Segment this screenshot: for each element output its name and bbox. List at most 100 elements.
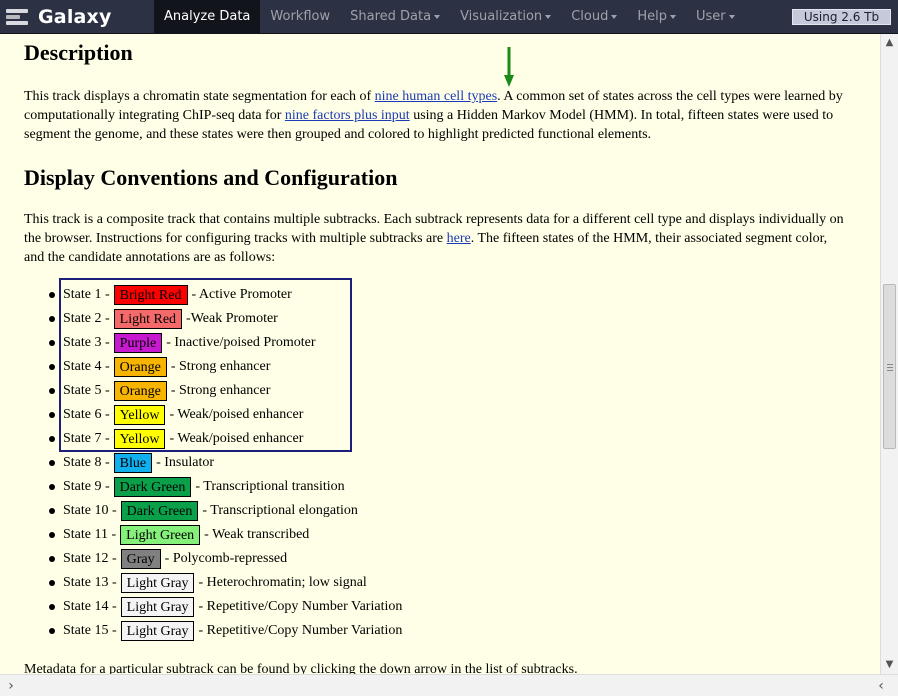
tab-label: Analyze Data (164, 9, 251, 24)
color-swatch: Yellow (113, 429, 166, 449)
main-content: Description This track displays a chroma… (0, 34, 880, 674)
chevron-up-icon[interactable]: ▲ (881, 34, 898, 51)
list-item: State 4 - Orange - Strong enhancer (24, 355, 402, 379)
description-text: This track displays a chromatin state se… (24, 87, 844, 144)
color-swatch: Dark Green (113, 477, 192, 497)
list-item: State 3 - Purple - Inactive/poised Promote… (24, 331, 402, 355)
brand-name: Galaxy (38, 5, 112, 28)
state-label: State 13 - (63, 575, 117, 590)
list-item: State 10 - Dark Green - Transcriptional el… (24, 499, 402, 523)
state-desc: - Repetitive/Copy Number Variation (198, 599, 403, 614)
list-item: State 7 - Yellow - Weak/poised enhancer (24, 427, 402, 451)
state-desc: - Repetitive/Copy Number Variation (198, 623, 403, 638)
state-label: State 6 - (63, 407, 110, 422)
state-label: State 12 - (63, 551, 117, 566)
state-desc: - Weak transcribed (204, 527, 310, 542)
color-swatch: Orange (113, 357, 167, 377)
scroll-thumb[interactable] (883, 284, 896, 449)
tab-shared-data[interactable]: Shared Data (340, 0, 450, 33)
state-label: State 14 - (63, 599, 117, 614)
down-arrow-icon (504, 47, 514, 87)
state-label: State 3 - (63, 335, 110, 350)
color-swatch: Light Gray (120, 621, 195, 641)
tab-analyze-data[interactable]: Analyze Data (154, 0, 261, 33)
nine-cell-types-link[interactable]: nine human cell types (375, 89, 497, 104)
horizontal-scrollbar[interactable]: › ‹ (0, 674, 898, 696)
list-item: State 15 - Light Gray - Repetitive/Copy Nu… (24, 619, 402, 643)
color-swatch: Blue (113, 453, 153, 473)
state-label: State 4 - (63, 359, 110, 374)
list-item: State 2 - Light Red -Weak Promoter (24, 307, 402, 331)
color-swatch: Light Green (120, 525, 201, 545)
state-label: State 2 - (63, 311, 110, 326)
state-desc: - Transcriptional elongation (202, 503, 358, 518)
state-desc: - Weak/poised enhancer (169, 407, 304, 422)
chevron-right-icon[interactable]: › (2, 677, 20, 695)
list-item: State 14 - Light Gray - Repetitive/Copy Nu… (24, 595, 402, 619)
state-desc: - Strong enhancer (170, 359, 271, 374)
state-desc: - Insulator (156, 455, 215, 470)
tab-visualization[interactable]: Visualization (450, 0, 561, 33)
tab-label: Workflow (270, 9, 331, 24)
list-item: State 9 - Dark Green - Transcriptional tra… (24, 475, 402, 499)
brand[interactable]: Galaxy (6, 4, 112, 29)
tab-user[interactable]: User (686, 0, 745, 33)
color-swatch: Light Red (113, 309, 183, 329)
state-desc: - Heterochromatin; low signal (198, 575, 367, 590)
description-heading: Description (24, 40, 133, 65)
state-label: State 5 - (63, 383, 110, 398)
state-label: State 8 - (63, 455, 110, 470)
tab-help[interactable]: Help (627, 0, 686, 33)
tab-label: User (695, 9, 726, 24)
tab-label: Cloud (571, 9, 609, 24)
main-nav: Analyze Data Workflow Shared Data Visual… (154, 0, 745, 33)
list-item: State 5 - Orange - Strong enhancer (24, 379, 402, 403)
tab-workflow[interactable]: Workflow (260, 0, 340, 33)
list-item: State 11 - Light Green - Weak transcribed (24, 523, 402, 547)
nine-factors-link[interactable]: nine factors plus input (285, 108, 410, 123)
color-swatch: Purple (113, 333, 163, 353)
color-swatch: Yellow (113, 405, 166, 425)
chevron-down-icon[interactable]: ▼ (881, 656, 898, 673)
display-heading: Display Conventions and Configuration (24, 165, 398, 190)
display-text: This track is a composite track that con… (24, 210, 844, 267)
state-desc: - Inactive/poised Promoter (166, 335, 316, 350)
state-desc: - Transcriptional transition (195, 479, 345, 494)
galaxy-logo-icon (6, 6, 30, 28)
chevron-left-icon[interactable]: ‹ (872, 677, 890, 695)
color-swatch: Bright Red (113, 285, 188, 305)
tab-label: Visualization (460, 9, 543, 24)
color-swatch: Dark Green (120, 501, 199, 521)
list-item: State 6 - Yellow - Weak/poised enhancer (24, 403, 402, 427)
state-label: State 10 - (63, 503, 117, 518)
state-desc: - Weak/poised enhancer (169, 431, 304, 446)
chevron-down-icon (669, 14, 676, 19)
state-label: State 11 - (63, 527, 117, 542)
list-item: State 8 - Blue - Insulator (24, 451, 402, 475)
color-swatch: Light Gray (120, 573, 195, 593)
color-swatch: Gray (120, 549, 161, 569)
state-label: State 9 - (63, 479, 110, 494)
state-desc: - Polycomb-repressed (164, 551, 288, 566)
state-label: State 15 - (63, 623, 117, 638)
state-desc: - Strong enhancer (170, 383, 271, 398)
tab-cloud[interactable]: Cloud (561, 0, 627, 33)
state-label: State 1 - (63, 287, 110, 302)
chevron-down-icon (434, 14, 441, 19)
state-list: State 1 - Bright Red - Active Promoter Sta… (24, 283, 402, 643)
here-link[interactable]: here (447, 231, 471, 246)
vertical-scrollbar[interactable]: ▲ ▼ (880, 34, 898, 674)
list-item: State 12 - Gray - Polycomb-repressed (24, 547, 402, 571)
state-desc: - Active Promoter (191, 287, 292, 302)
color-swatch: Orange (113, 381, 167, 401)
state-label: State 7 - (63, 431, 110, 446)
masthead: Galaxy Analyze Data Workflow Shared Data… (0, 0, 898, 34)
chevron-down-icon (728, 14, 735, 19)
chevron-down-icon (611, 14, 618, 19)
list-item: State 13 - Light Gray - Heterochromatin; l… (24, 571, 402, 595)
state-desc: -Weak Promoter (186, 311, 278, 326)
text: This track displays a chromatin state se… (24, 89, 375, 104)
list-item: State 1 - Bright Red - Active Promoter (24, 283, 402, 307)
quota-meter: Using 2.6 Tb (792, 9, 891, 25)
metadata-note: Metadata for a particular subtrack can b… (24, 662, 578, 674)
